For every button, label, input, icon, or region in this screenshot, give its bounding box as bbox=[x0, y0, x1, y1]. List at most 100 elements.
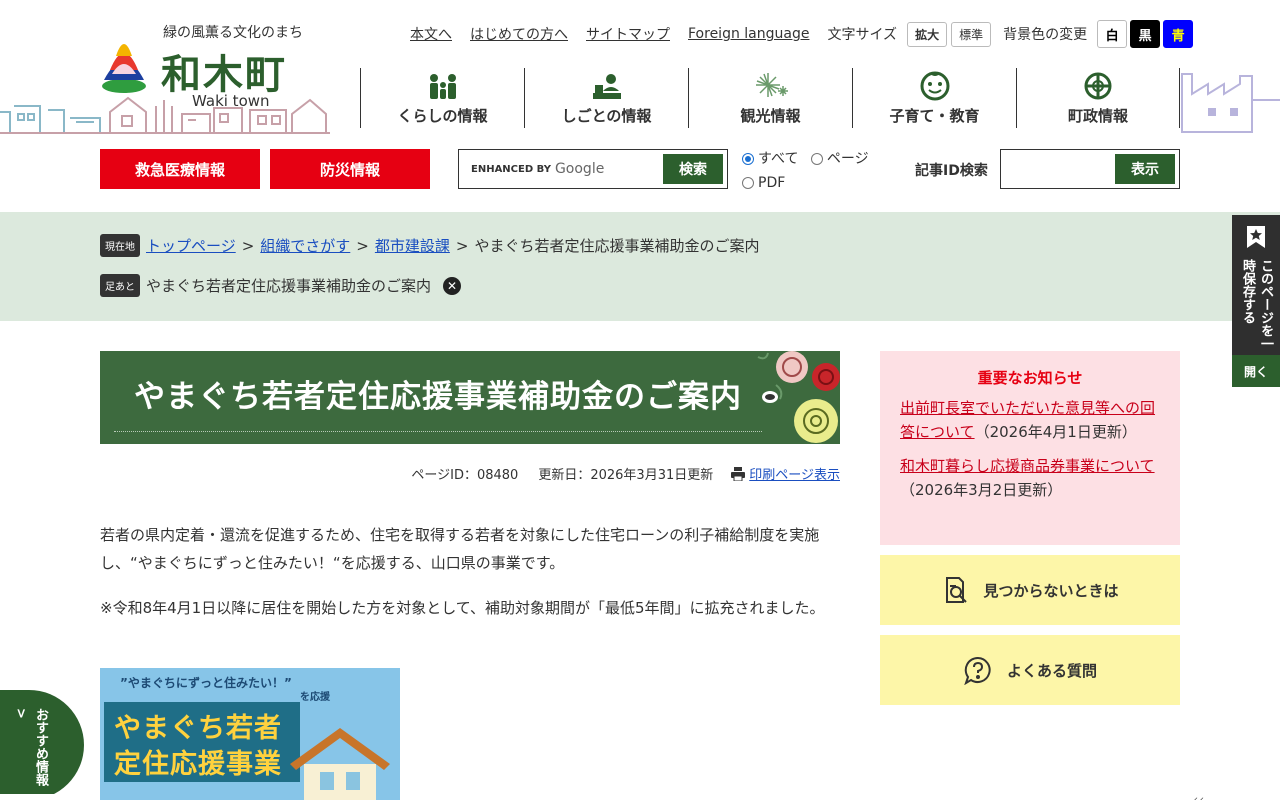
bookmark-text: このページを一時保存する bbox=[1240, 259, 1273, 350]
promo-top-text: ”やまぐちにずっと住みたい！” bbox=[120, 676, 292, 690]
promo-sub-text: を応援 bbox=[300, 692, 330, 703]
close-icon[interactable]: ✕ bbox=[443, 276, 462, 295]
notice-link[interactable]: 和木町暮らし応援商品券事業について bbox=[900, 457, 1155, 475]
article-id-show-button[interactable]: 表示 bbox=[1115, 154, 1175, 184]
global-nav: くらしの情報 しごとの情報 観光情報 子育て・教育 町政情報 bbox=[360, 68, 1180, 128]
article-paragraph-2: ※令和8年4月1日以降に居住を開始した方を対象として、補助対象期間が「最低5年間… bbox=[100, 599, 825, 617]
search-google-label: Google bbox=[554, 161, 605, 177]
page-id: ページID：08480 bbox=[411, 468, 519, 483]
bg-black-button[interactable]: 黒 bbox=[1130, 20, 1161, 48]
current-location-tag: 現在地 bbox=[100, 234, 140, 257]
breadcrumb: 現在地 トップページ > 組織でさがす > 都市建設課 > やまぐち若者定住応援… bbox=[100, 234, 759, 257]
recommended-info-tab[interactable]: おすすめ情報 > bbox=[0, 690, 84, 800]
emergency-medical-button[interactable]: 救急医療情報 bbox=[100, 149, 260, 189]
breadcrumb-band: 現在地 トップページ > 組織でさがす > 都市建設課 > やまぐち若者定住応援… bbox=[0, 212, 1280, 321]
radio-page[interactable]: ページ bbox=[810, 148, 869, 170]
skip-to-content-link[interactable]: 本文へ bbox=[410, 24, 452, 44]
promo-banner-image: ”やまぐちにずっと住みたい！” を応援 やまぐち若者 定住応援事業 bbox=[100, 668, 400, 800]
footprint: 足あと やまぐち若者定住応援事業補助金のご案内 ✕ bbox=[100, 274, 462, 297]
gnav-label: しごとの情報 bbox=[561, 107, 652, 125]
breadcrumb-separator: > bbox=[241, 236, 255, 255]
star-bookmark-icon bbox=[1247, 226, 1265, 248]
radio-pdf[interactable]: PDF bbox=[742, 172, 785, 194]
faq-label: よくある質問 bbox=[1006, 661, 1097, 680]
action-bar: 救急医療情報 防災情報 ENHANCED BY Google 検索 すべて ペー… bbox=[0, 148, 1280, 192]
notice-date: （2026年4月1日更新） bbox=[974, 423, 1137, 441]
font-size-enlarge-button[interactable]: 拡大 bbox=[907, 21, 948, 47]
title-divider bbox=[114, 431, 762, 432]
question-bubble-icon bbox=[964, 656, 991, 685]
bg-blue-button[interactable]: 青 bbox=[1163, 20, 1194, 48]
notice-title: 重要なお知らせ bbox=[977, 369, 1083, 387]
breadcrumb-top-link[interactable]: トップページ bbox=[146, 235, 236, 256]
article-id-label: 記事ID検索 bbox=[915, 163, 988, 179]
gnav-work[interactable]: しごとの情報 bbox=[524, 68, 688, 128]
utility-nav: 本文へ はじめての方へ サイトマップ Foreign language 文字サイ… bbox=[410, 20, 1196, 48]
foreign-language-link[interactable]: Foreign language bbox=[688, 26, 809, 42]
recommended-info-label: おすすめ情報 > bbox=[13, 708, 48, 786]
scroll-indicator-icon: ⸝⸝ bbox=[1192, 790, 1205, 800]
search-enhanced-label: ENHANCED BY bbox=[471, 163, 551, 175]
promo-line-2: 定住応援事業 bbox=[114, 749, 282, 780]
faq-button[interactable]: よくある質問 bbox=[880, 635, 1180, 705]
gnav-childcare[interactable]: 子育て・教育 bbox=[852, 68, 1016, 128]
breadcrumb-separator: > bbox=[455, 236, 469, 255]
footprint-item[interactable]: やまぐち若者定住応援事業補助金のご案内 bbox=[146, 275, 431, 296]
site-header: 緑の風薫る文化のまち 和木町 Waki town 本文へ はじめての方へ サイト… bbox=[0, 0, 1280, 140]
gnav-label: 子育て・教育 bbox=[889, 107, 980, 125]
site-search-input[interactable]: ENHANCED BY Google 検索 bbox=[458, 149, 728, 189]
article-id-input[interactable]: 表示 bbox=[1000, 149, 1180, 189]
town-emblem-icon bbox=[1084, 72, 1112, 100]
not-found-button[interactable]: 見つからないときは bbox=[880, 555, 1180, 625]
font-size-label: 文字サイズ bbox=[827, 27, 898, 43]
page-title: やまぐち若者定住応援事業補助金のご案内 bbox=[134, 379, 742, 415]
family-icon bbox=[429, 74, 456, 99]
rose-decoration-icon bbox=[757, 351, 840, 443]
notice-item: 和木町暮らし応援商品券事業について （2026年3月2日更新） bbox=[900, 454, 1160, 502]
sitemap-link[interactable]: サイトマップ bbox=[586, 24, 670, 44]
breadcrumb-current: やまぐち若者定住応援事業補助金のご案内 bbox=[474, 237, 760, 255]
important-notice-box: 重要なお知らせ 出前町長室でいただいた意見等への回答について（2026年4月1日… bbox=[880, 351, 1180, 545]
bookmark-tab[interactable]: このページを一時保存する 開く bbox=[1232, 215, 1280, 387]
page-title-band: やまぐち若者定住応援事業補助金のご案内 bbox=[100, 351, 840, 444]
updated-date: 更新日：2026年3月31日更新 bbox=[538, 468, 714, 483]
search-button[interactable]: 検索 bbox=[663, 154, 723, 184]
search-document-icon bbox=[946, 577, 968, 603]
promo-line-1: やまぐち若者 bbox=[114, 713, 282, 744]
logo-tagline: 緑の風薫る文化のまち bbox=[163, 25, 303, 41]
gnav-label: 町政情報 bbox=[1067, 107, 1128, 125]
town-emblem-logo-icon bbox=[102, 44, 146, 93]
gnav-tourism[interactable]: 観光情報 bbox=[688, 68, 852, 128]
footprint-tag: 足あと bbox=[100, 274, 140, 297]
factory-skyline-illustration bbox=[1181, 73, 1280, 133]
article-paragraph-1: 若者の県内定着・還流を促進するため、住宅を取得する若者を対象にした住宅ローンの利… bbox=[100, 526, 820, 572]
page-meta: ページID：08480 更新日：2026年3月31日更新 印刷ページ表示 bbox=[100, 464, 840, 483]
logo-town-name-en: Waki town bbox=[192, 92, 270, 110]
breadcrumb-dept-link[interactable]: 都市建設課 bbox=[375, 235, 450, 256]
printer-icon bbox=[731, 466, 746, 481]
gnav-town-admin[interactable]: 町政情報 bbox=[1016, 68, 1180, 128]
not-found-label: 見つからないときは bbox=[983, 581, 1119, 600]
bg-color-label: 背景色の変更 bbox=[1003, 27, 1088, 43]
notice-date: （2026年3月2日更新） bbox=[900, 481, 1063, 499]
radio-all[interactable]: すべて bbox=[742, 148, 798, 170]
first-visit-link[interactable]: はじめての方へ bbox=[470, 24, 568, 44]
font-size-standard-button[interactable]: 標準 bbox=[951, 21, 992, 47]
gnav-living[interactable]: くらしの情報 bbox=[360, 68, 524, 128]
disaster-info-button[interactable]: 防災情報 bbox=[270, 149, 430, 189]
child-face-icon bbox=[920, 71, 949, 101]
gnav-label: 観光情報 bbox=[740, 107, 801, 125]
bookmark-open-button[interactable]: 開く bbox=[1232, 355, 1280, 387]
print-page-link[interactable]: 印刷ページ表示 bbox=[749, 464, 840, 483]
search-scope-radios: すべて ページ PDF bbox=[742, 148, 877, 196]
house-icon bbox=[290, 728, 390, 800]
gnav-label: くらしの情報 bbox=[397, 107, 488, 125]
fireworks-icon bbox=[755, 73, 788, 97]
breadcrumb-separator: > bbox=[356, 236, 369, 255]
notice-item: 出前町長室でいただいた意見等への回答について（2026年4月1日更新） bbox=[900, 396, 1160, 444]
desk-worker-icon bbox=[592, 74, 621, 99]
breadcrumb-org-link[interactable]: 組織でさがす bbox=[260, 235, 350, 256]
recommended-tab-base bbox=[0, 794, 60, 800]
site-logo[interactable]: 緑の風薫る文化のまち 和木町 Waki town bbox=[100, 22, 330, 112]
bg-white-button[interactable]: 白 bbox=[1097, 20, 1128, 48]
